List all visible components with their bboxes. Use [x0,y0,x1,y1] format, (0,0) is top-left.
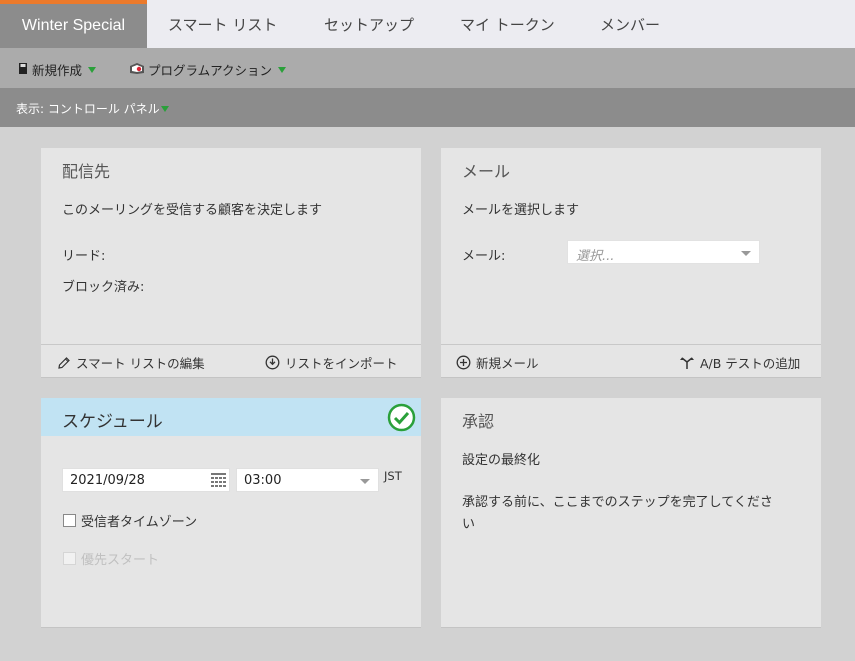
audience-footer: スマート リストの編集 リストをインポート [41,344,421,378]
email-select[interactable]: 選択... [567,240,760,264]
approval-message: 承認する前に、ここまでのステップを完了してくださ [462,495,773,510]
plus-circle-icon [456,355,471,370]
program-actions-icon [129,62,145,78]
approval-title: 承認 [462,412,495,431]
toolbar: 新規作成 プログラムアクション [0,48,855,88]
program-actions-button[interactable]: プログラムアクション [129,60,287,79]
audience-panel: 配信先 このメーリングを受信する顧客を決定します リード: ブロック済み: スマ… [41,148,421,378]
chevron-down-icon [88,66,97,73]
new-email-label: 新規メール [476,356,539,371]
checkmark-circle-icon [387,403,416,436]
leads-label: リード: [62,249,106,264]
import-list-label: リストをインポート [285,356,398,371]
schedule-header: スケジュール [41,398,421,436]
calendar-icon[interactable] [211,473,226,491]
email-footer: 新規メール A/B テストの追加 [441,344,821,378]
priority-start-label: 優先スタート [81,553,160,568]
tab-bar: Winter Special スマート リスト セットアップ マイ トークン メ… [0,0,855,48]
schedule-panel: スケジュール 2021/09/28 03:00 JST 受信者タイムゾーン 優先… [41,398,421,628]
new-button-label: 新規作成 [32,63,83,78]
schedule-date-input[interactable]: 2021/09/28 [62,468,230,492]
schedule-time-select[interactable]: 03:00 [236,468,379,492]
email-title: メール [462,162,511,181]
audience-title: 配信先 [62,162,111,181]
schedule-title: スケジュール [62,412,163,432]
add-ab-test-label: A/B テストの追加 [700,356,801,371]
email-description: メールを選択します [462,203,580,218]
approval-panel: 承認 設定の最終化 承認する前に、ここまでのステップを完了してくださ い [441,398,821,628]
schedule-date-value: 2021/09/28 [70,473,145,488]
new-document-icon [18,62,28,78]
chevron-down-icon [160,105,169,112]
add-ab-test-link[interactable]: A/B テストの追加 [679,353,800,372]
timezone-label: JST [384,469,402,483]
email-field-label: メール: [462,249,506,264]
email-panel: メール メールを選択します メール: 選択... 新規メール A/B テストの追… [441,148,821,378]
pencil-icon [58,356,70,369]
program-actions-label: プログラムアクション [148,63,273,78]
view-label: 表示: コントロール パネル [16,102,160,116]
chevron-down-icon [360,479,370,484]
approval-subtitle: 設定の最終化 [462,453,541,468]
tab-members[interactable]: メンバー [600,0,660,48]
tab-smart-list[interactable]: スマート リスト [168,0,277,48]
audience-description: このメーリングを受信する顧客を決定します [62,203,323,218]
approval-message-continued: い [462,517,476,532]
chevron-down-icon [278,66,287,73]
tab-program[interactable]: Winter Special [0,0,147,48]
blocked-label: ブロック済み: [62,280,145,295]
split-arrows-icon [680,356,694,369]
view-selector[interactable]: 表示: コントロール パネル [16,100,169,117]
edit-smart-list-label: スマート リストの編集 [76,356,205,371]
new-button[interactable]: 新規作成 [18,60,97,79]
email-select-placeholder: 選択... [576,249,615,264]
import-list-link[interactable]: リストをインポート [265,353,398,372]
recipient-timezone-checkbox[interactable] [63,514,76,527]
new-email-link[interactable]: 新規メール [456,353,539,372]
priority-start-checkbox[interactable] [63,552,76,565]
tab-my-tokens[interactable]: マイ トークン [460,0,555,48]
chevron-down-icon [741,251,751,256]
import-icon [265,355,280,370]
tab-setup[interactable]: セットアップ [324,0,414,48]
view-bar: 表示: コントロール パネル [0,88,855,127]
schedule-time-value: 03:00 [244,473,282,488]
edit-smart-list-link[interactable]: スマート リストの編集 [57,353,205,372]
recipient-timezone-label: 受信者タイムゾーン [81,515,198,530]
